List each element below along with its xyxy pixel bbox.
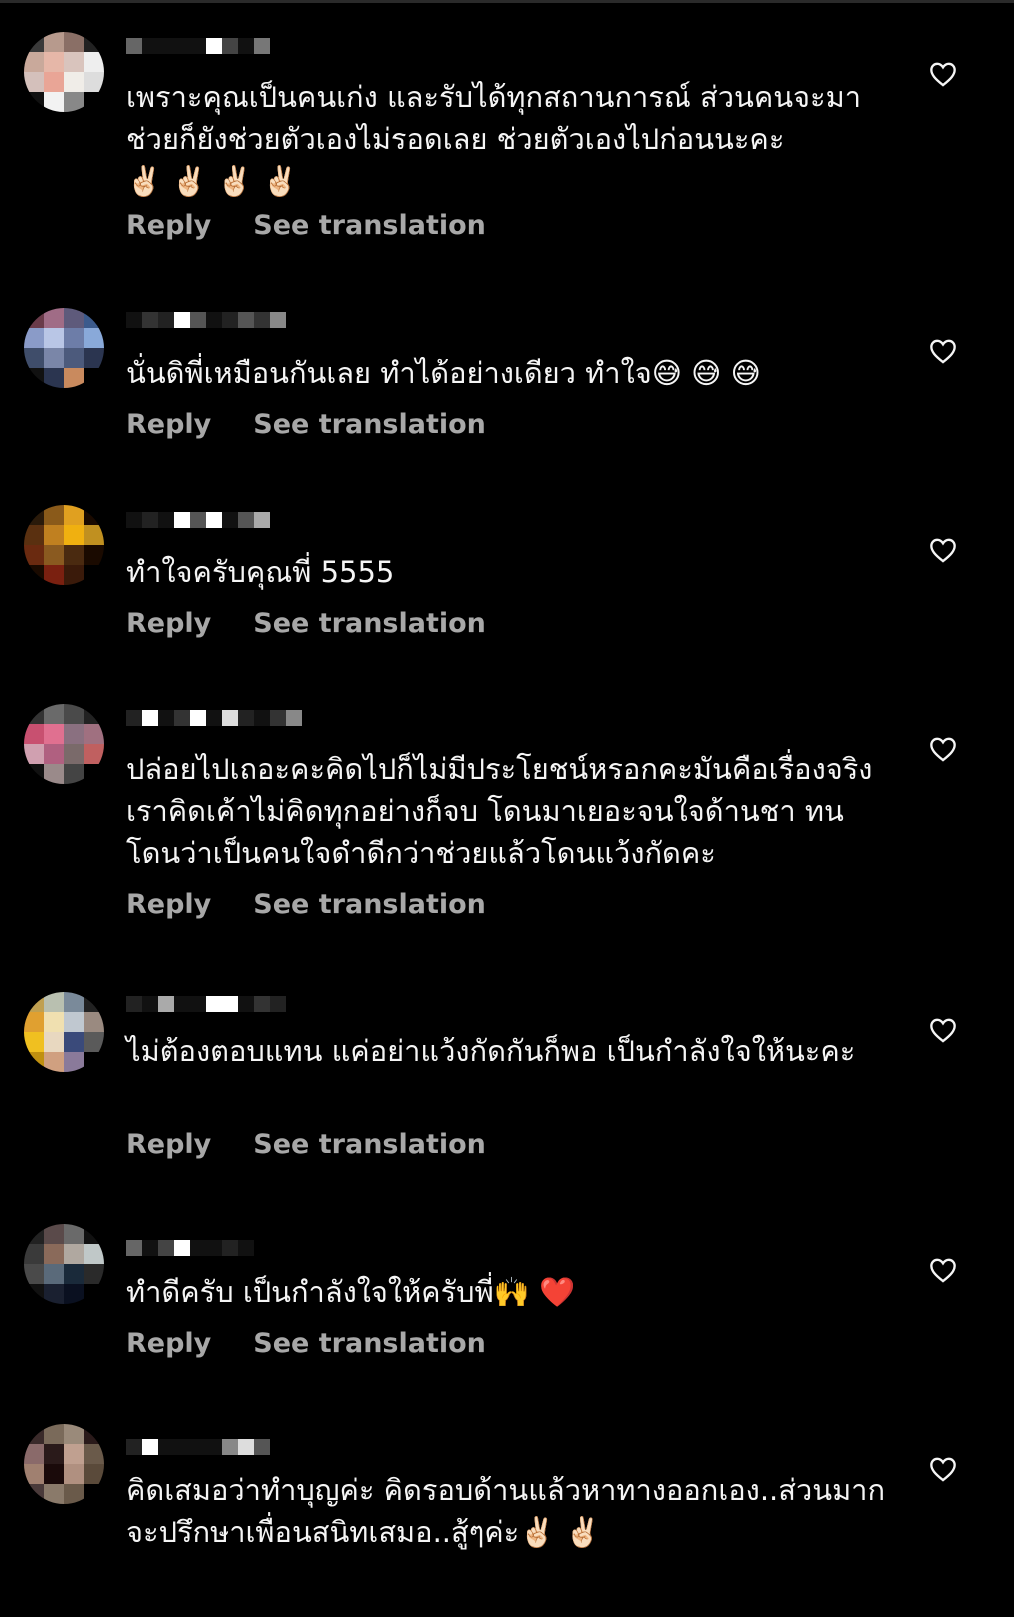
- heart-outline-icon[interactable]: [929, 1017, 957, 1043]
- top-divider: [0, 0, 1014, 3]
- avatar[interactable]: [24, 992, 104, 1072]
- heart-outline-icon[interactable]: [929, 736, 957, 762]
- avatar[interactable]: [24, 505, 104, 585]
- heart-outline-icon[interactable]: [929, 537, 957, 563]
- avatar[interactable]: [24, 1424, 104, 1504]
- reply-button[interactable]: Reply: [126, 409, 211, 440]
- username-blurred[interactable]: [126, 706, 302, 730]
- see-translation-button[interactable]: See translation: [253, 409, 486, 440]
- comment-text: ทำดีครับ เป็นกำลังใจให้ครับพี่🙌 ❤️: [126, 1275, 576, 1309]
- username-blurred[interactable]: [126, 34, 270, 58]
- heart-outline-icon[interactable]: [929, 1456, 957, 1482]
- see-translation-button[interactable]: See translation: [253, 1129, 486, 1160]
- avatar[interactable]: [24, 308, 104, 388]
- heart-outline-icon[interactable]: [929, 1257, 957, 1283]
- avatar[interactable]: [24, 704, 104, 784]
- see-translation-button[interactable]: See translation: [253, 210, 486, 241]
- reply-button[interactable]: Reply: [126, 210, 211, 241]
- heart-outline-icon[interactable]: [929, 61, 957, 87]
- comment-text: คิดเสมอว่าทำบุญค่ะ คิดรอบด้านแล้วหาทางออ…: [126, 1473, 886, 1549]
- reply-button[interactable]: Reply: [126, 1129, 211, 1160]
- username-blurred[interactable]: [126, 508, 270, 532]
- username-blurred[interactable]: [126, 1236, 254, 1260]
- reply-button[interactable]: Reply: [126, 1328, 211, 1359]
- comment-text: เพราะคุณเป็นคนเก่ง และรับได้ทุกสถานการณ์…: [126, 80, 862, 198]
- see-translation-button[interactable]: See translation: [253, 608, 486, 639]
- comment-text: นั่นดิพี่เหมือนกันเลย ทำได้อย่างเดียว ทำ…: [126, 356, 761, 390]
- comment-text: ทำใจครับคุณพี่ 5555: [126, 555, 395, 589]
- avatar[interactable]: [24, 1224, 104, 1304]
- avatar[interactable]: [24, 32, 104, 112]
- comment-text: ปล่อยไปเถอะคะคิดไปก็ไม่มีประโยชน์หรอกคะม…: [126, 752, 882, 870]
- heart-outline-icon[interactable]: [929, 338, 957, 364]
- see-translation-button[interactable]: See translation: [253, 889, 486, 920]
- username-blurred[interactable]: [126, 308, 286, 332]
- reply-button[interactable]: Reply: [126, 889, 211, 920]
- username-blurred[interactable]: [126, 992, 286, 1016]
- comment-text: ไม่ต้องตอบแทน แค่อย่าแว้งกัดกันก็พอ เป็น…: [126, 1034, 856, 1068]
- reply-button[interactable]: Reply: [126, 608, 211, 639]
- see-translation-button[interactable]: See translation: [253, 1328, 486, 1359]
- username-blurred[interactable]: [126, 1435, 270, 1459]
